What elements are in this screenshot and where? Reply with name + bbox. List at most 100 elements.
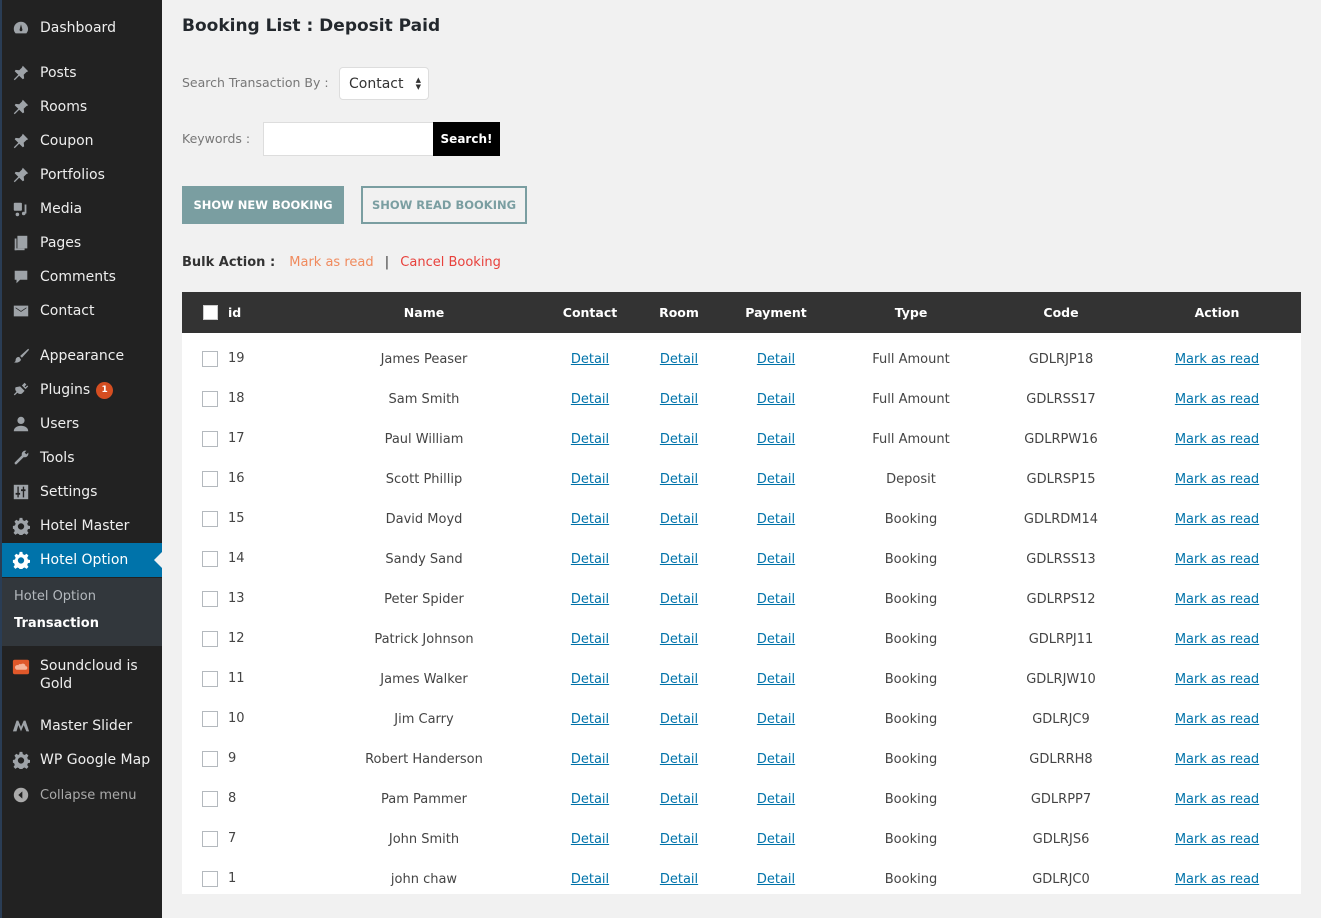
room-detail-link[interactable]: Detail [660, 752, 698, 767]
contact-detail-link[interactable]: Detail [571, 392, 609, 407]
sidebar-item-users[interactable]: Users [2, 407, 162, 441]
contact-detail-link[interactable]: Detail [571, 672, 609, 687]
row-checkbox[interactable] [201, 653, 219, 693]
room-detail-link[interactable]: Detail [660, 632, 698, 647]
sidebar-item-coupon[interactable]: Coupon [2, 124, 162, 158]
sidebar-item-hotel-option[interactable]: Hotel Option [2, 543, 162, 577]
sidebar-item-appearance[interactable]: Appearance [2, 339, 162, 373]
payment-detail-link[interactable]: Detail [757, 472, 795, 487]
row-checkbox[interactable] [201, 373, 219, 413]
select-all-checkbox[interactable] [201, 292, 219, 333]
row-checkbox[interactable] [201, 613, 219, 653]
sidebar-item-settings[interactable]: Settings [2, 475, 162, 509]
contact-detail-link[interactable]: Detail [571, 792, 609, 807]
sidebar-item-contact[interactable]: Contact [2, 294, 162, 328]
room-detail-link[interactable]: Detail [660, 432, 698, 447]
row-checkbox[interactable] [201, 853, 219, 893]
sidebar-item-soundcloud-is-gold[interactable]: Soundcloud is Gold [2, 657, 162, 697]
room-detail-link[interactable]: Detail [660, 592, 698, 607]
search-button[interactable]: Search! [433, 122, 500, 156]
collapse-menu-button[interactable]: Collapse menu [2, 778, 162, 812]
row-checkbox[interactable] [201, 573, 219, 613]
mark-as-read-link[interactable]: Mark as read [1175, 872, 1259, 887]
payment-detail-link[interactable]: Detail [757, 392, 795, 407]
room-detail-link[interactable]: Detail [660, 872, 698, 887]
row-checkbox[interactable] [201, 413, 219, 453]
sidebar-item-portfolios[interactable]: Portfolios [2, 158, 162, 192]
row-checkbox[interactable] [201, 453, 219, 493]
contact-detail-link[interactable]: Detail [571, 632, 609, 647]
payment-detail-link[interactable]: Detail [757, 352, 795, 367]
sidebar-item-master-slider[interactable]: Master Slider [2, 709, 162, 743]
submenu-item-hotel-option[interactable]: Hotel Option [14, 589, 96, 604]
contact-detail-link[interactable]: Detail [571, 832, 609, 847]
contact-detail-link[interactable]: Detail [571, 552, 609, 567]
room-detail-link[interactable]: Detail [660, 512, 698, 527]
room-detail-link[interactable]: Detail [660, 712, 698, 727]
contact-detail-link[interactable]: Detail [571, 472, 609, 487]
room-detail-link[interactable]: Detail [660, 832, 698, 847]
payment-detail-link[interactable]: Detail [757, 592, 795, 607]
bulk-cancel-booking-link[interactable]: Cancel Booking [400, 255, 501, 270]
payment-detail-link[interactable]: Detail [757, 792, 795, 807]
payment-detail-link[interactable]: Detail [757, 832, 795, 847]
row-checkbox[interactable] [201, 733, 219, 773]
row-checkbox[interactable] [201, 533, 219, 573]
mark-as-read-link[interactable]: Mark as read [1175, 632, 1259, 647]
room-detail-link[interactable]: Detail [660, 472, 698, 487]
sidebar-item-dashboard[interactable]: Dashboard [2, 11, 162, 45]
room-detail-link[interactable]: Detail [660, 552, 698, 567]
contact-detail-link[interactable]: Detail [571, 872, 609, 887]
sidebar-item-plugins[interactable]: Plugins 1 [2, 373, 162, 407]
row-checkbox[interactable] [201, 693, 219, 733]
contact-detail-link[interactable]: Detail [571, 432, 609, 447]
sidebar-item-posts[interactable]: Posts [2, 56, 162, 90]
mark-as-read-link[interactable]: Mark as read [1175, 552, 1259, 567]
submenu-item-transaction[interactable]: Transaction [14, 616, 99, 631]
sidebar-item-pages[interactable]: Pages [2, 226, 162, 260]
payment-detail-link[interactable]: Detail [757, 632, 795, 647]
payment-detail-link[interactable]: Detail [757, 752, 795, 767]
mark-as-read-link[interactable]: Mark as read [1175, 832, 1259, 847]
payment-detail-link[interactable]: Detail [757, 712, 795, 727]
mark-as-read-link[interactable]: Mark as read [1175, 472, 1259, 487]
mark-as-read-link[interactable]: Mark as read [1175, 512, 1259, 527]
room-detail-link[interactable]: Detail [660, 352, 698, 367]
row-checkbox[interactable] [201, 773, 219, 813]
room-detail-link[interactable]: Detail [660, 392, 698, 407]
mark-as-read-link[interactable]: Mark as read [1175, 752, 1259, 767]
contact-detail-link[interactable]: Detail [571, 592, 609, 607]
show-read-booking-button[interactable]: SHOW READ BOOKING [361, 186, 527, 224]
mark-as-read-link[interactable]: Mark as read [1175, 672, 1259, 687]
payment-detail-link[interactable]: Detail [757, 672, 795, 687]
mark-as-read-link[interactable]: Mark as read [1175, 792, 1259, 807]
mark-as-read-link[interactable]: Mark as read [1175, 592, 1259, 607]
mark-as-read-link[interactable]: Mark as read [1175, 392, 1259, 407]
bulk-mark-read-link[interactable]: Mark as read [289, 255, 373, 270]
room-detail-link[interactable]: Detail [660, 672, 698, 687]
sidebar-item-rooms[interactable]: Rooms [2, 90, 162, 124]
contact-detail-link[interactable]: Detail [571, 712, 609, 727]
sidebar-item-hotel-master[interactable]: Hotel Master [2, 509, 162, 543]
row-checkbox[interactable] [201, 813, 219, 853]
payment-detail-link[interactable]: Detail [757, 552, 795, 567]
contact-detail-link[interactable]: Detail [571, 752, 609, 767]
row-checkbox[interactable] [201, 333, 219, 373]
sidebar-item-tools[interactable]: Tools [2, 441, 162, 475]
show-new-booking-button[interactable]: SHOW NEW BOOKING [182, 186, 344, 224]
mark-as-read-link[interactable]: Mark as read [1175, 432, 1259, 447]
mark-as-read-link[interactable]: Mark as read [1175, 352, 1259, 367]
sidebar-item-media[interactable]: Media [2, 192, 162, 226]
contact-detail-link[interactable]: Detail [571, 352, 609, 367]
contact-detail-link[interactable]: Detail [571, 512, 609, 527]
room-detail-link[interactable]: Detail [660, 792, 698, 807]
payment-detail-link[interactable]: Detail [757, 432, 795, 447]
mark-as-read-link[interactable]: Mark as read [1175, 712, 1259, 727]
payment-detail-link[interactable]: Detail [757, 512, 795, 527]
row-checkbox[interactable] [201, 493, 219, 533]
sidebar-item-wp-google-map[interactable]: WP Google Map [2, 743, 162, 777]
sidebar-item-comments[interactable]: Comments [2, 260, 162, 294]
keywords-input[interactable] [263, 122, 433, 156]
payment-detail-link[interactable]: Detail [757, 872, 795, 887]
search-by-select[interactable]: Contact ▲ ▼ [339, 67, 429, 100]
